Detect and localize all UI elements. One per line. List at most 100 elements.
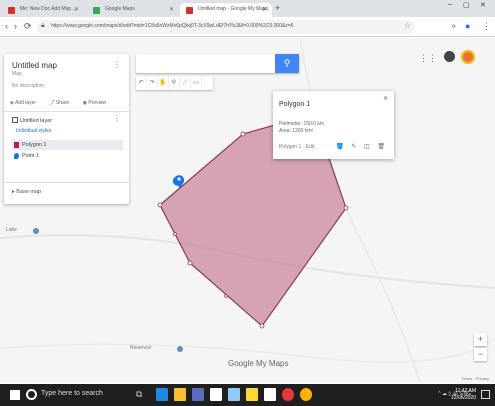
tab-close-icon[interactable]: ✕ [169, 6, 174, 13]
google-my-maps-logo: Google My Maps [228, 359, 289, 368]
feature-label: Point 1 [22, 153, 40, 159]
avatar[interactable] [461, 50, 475, 64]
terms-link[interactable]: Terms · Privacy [461, 376, 489, 381]
zoom-in-button[interactable]: + [474, 333, 487, 346]
file-explorer-icon[interactable] [174, 388, 186, 401]
base-map-toggle[interactable]: ▸ Base map [12, 189, 41, 195]
close-icon[interactable]: ✕ [383, 95, 388, 102]
map-search-box[interactable]: ⚲ [136, 54, 299, 73]
lock-icon: 🔒︎ [41, 22, 45, 29]
reload-icon[interactable]: ⟳ [24, 21, 32, 32]
notifications-icon[interactable] [481, 390, 490, 399]
task-view-icon[interactable]: ⧉ [136, 389, 142, 400]
layer-name[interactable]: Untitled layer [20, 118, 52, 124]
add-layer-label: Add layer [14, 100, 37, 106]
divider [4, 111, 129, 112]
taskbar-search[interactable]: Type here to search [41, 390, 103, 397]
map-subtitle: Map [12, 71, 22, 77]
taskbar-clock[interactable]: 11:42 AM 12/06/2020 [451, 388, 476, 402]
tab-title: Me: New Doc Add Map ... [20, 6, 77, 12]
new-tab-button[interactable]: + [275, 3, 280, 13]
tab-favicon-icon [186, 7, 193, 14]
layer-checkbox[interactable] [12, 117, 18, 123]
search-button[interactable]: ⚲ [275, 54, 299, 73]
search-icon: ⚲ [283, 58, 291, 68]
mail-app-icon[interactable] [228, 388, 240, 401]
map-options-icon[interactable]: ⋮ [113, 60, 121, 69]
list-item[interactable]: Point 1 [12, 151, 123, 161]
app-icon[interactable] [246, 388, 258, 401]
map-place-label: Lake [6, 227, 17, 233]
preview-label: Preview [88, 100, 107, 106]
chrome-app-icon[interactable] [300, 388, 312, 401]
browser-tab-2[interactable]: Google Maps ✕ [87, 3, 179, 17]
settings-icon[interactable] [444, 51, 455, 62]
map-title[interactable]: Untitled map [12, 61, 57, 70]
map-canvas[interactable]: Lake Reservoir ⚲ ↶ ↷ ✋ ⚲ ⟋ ▭ ⋮⋮ Untitled map … [0, 38, 495, 383]
feature-footer: Polygon 1 · Edit [279, 144, 315, 150]
add-layer-button[interactable]: ◈ Add layer [10, 100, 42, 106]
redo-icon[interactable]: ↷ [147, 76, 158, 90]
feature-info-card: Polygon 1 ✕ Perimeter: 150.0 km Area: 12… [273, 91, 394, 159]
tab-close-icon[interactable]: ✕ [74, 6, 79, 13]
browser-menu-icon[interactable]: ⋮ [482, 21, 491, 32]
browser-tab-1[interactable]: Me: New Doc Add Map ... ✕ [2, 3, 84, 17]
area-text: Area: 1200 km² [279, 128, 314, 134]
landmark-icon [177, 346, 183, 352]
clock-date: 12/06/2020 [450, 395, 476, 401]
individual-styles-link[interactable]: Individual styles [16, 128, 51, 134]
feature-title[interactable]: Polygon 1 [279, 101, 310, 108]
forward-icon[interactable]: › [14, 21, 17, 31]
edge-app-icon[interactable] [156, 388, 168, 401]
opera-app-icon[interactable] [282, 388, 294, 401]
tab-favicon-icon [8, 7, 15, 14]
address-bar[interactable]: 🔒︎ https://www.google.com/maps/d/edit?mi… [37, 20, 415, 34]
hand-tool-icon[interactable]: ✋ [158, 76, 169, 90]
close-window-button[interactable]: ✕ [480, 1, 486, 9]
browser-tab-3-active[interactable]: Untitled map - Google My Maps ✕ [180, 3, 272, 17]
cortana-icon[interactable] [26, 389, 37, 400]
start-button[interactable] [10, 390, 20, 400]
panel-actions: ◈ Add layer ⤴ Share ◉ Preview [10, 99, 122, 106]
map-side-panel: Untitled map Map No description ⋮ ◈ Add … [4, 54, 129, 204]
app-icon[interactable] [264, 388, 276, 401]
landmark-icon [33, 228, 39, 234]
back-icon[interactable]: ‹ [5, 21, 8, 31]
share-label: Share [55, 100, 70, 106]
perimeter-text: Perimeter: 150.0 km [279, 121, 325, 127]
map-description[interactable]: No description [12, 83, 44, 89]
undo-icon[interactable]: ↶ [136, 76, 147, 90]
draw-line-icon[interactable]: ⟋ [180, 76, 191, 90]
tab-close-icon[interactable]: ✕ [262, 6, 267, 13]
map-place-label: Reservoir [130, 345, 152, 351]
app-icon[interactable] [210, 388, 222, 401]
list-item[interactable]: Polygon 1 [12, 140, 123, 150]
drawing-toolbar: ↶ ↷ ✋ ⚲ ⟋ ▭ [136, 76, 213, 90]
measure-icon[interactable]: ▭ [191, 76, 202, 90]
map-search-input[interactable] [136, 54, 271, 73]
preview-button[interactable]: ◉ Preview [83, 100, 113, 106]
bookmark-star-icon[interactable]: ☆ [404, 21, 411, 30]
share-button[interactable]: ⤴ Share [49, 100, 75, 106]
base-map-label: Base map [16, 189, 42, 195]
apps-grid-icon[interactable]: ⋮⋮ [419, 53, 437, 64]
feature-tools-icons[interactable]: 🪣 ✎ ◫ 🗑 [336, 143, 388, 150]
add-marker-icon[interactable]: ⚲ [169, 76, 180, 90]
feature-label: Polygon 1 [22, 142, 47, 148]
marker-swatch-icon [14, 153, 19, 159]
minimize-button[interactable]: – [448, 1, 452, 8]
divider [4, 182, 129, 183]
browser-toolbar: ‹ › ⟳ 🔒︎ https://www.google.com/maps/d/e… [0, 17, 495, 37]
tab-title: Google Maps [105, 6, 135, 12]
windows-taskbar: Type here to search ⧉ ^ ☁ ▯ 🔊 ENG 11:42 … [0, 384, 495, 406]
store-app-icon[interactable] [192, 388, 204, 401]
zoom-out-button[interactable]: − [474, 348, 487, 361]
layer-row[interactable]: Untitled layer [12, 117, 52, 124]
maximize-button[interactable]: ▢ [463, 1, 470, 9]
layer-options-icon[interactable]: ⋮ [113, 114, 121, 123]
browser-tab-strip: Me: New Doc Add Map ... ✕ Google Maps ✕ … [0, 0, 495, 17]
tab-favicon-icon [93, 7, 100, 14]
profile-icon[interactable]: ● [465, 21, 470, 31]
extension-icon[interactable]: ⚬ [450, 21, 458, 32]
url-text[interactable]: https://www.google.com/maps/d/edit?mid=1… [51, 23, 396, 29]
